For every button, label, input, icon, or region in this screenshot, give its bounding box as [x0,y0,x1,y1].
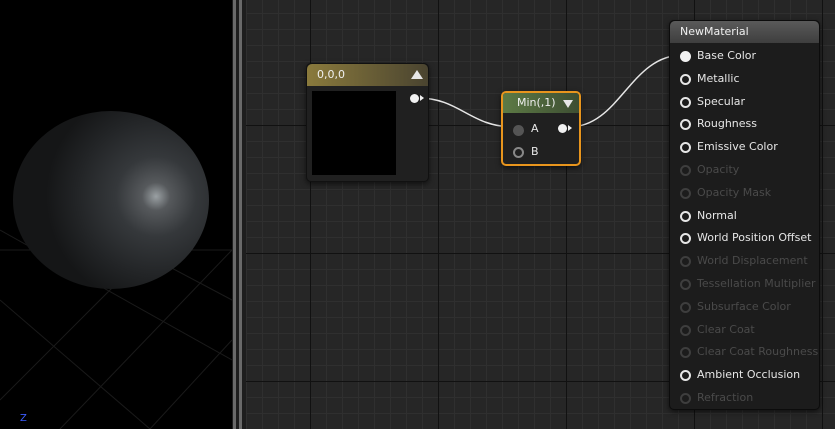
material-input-pin[interactable] [680,279,691,290]
material-input-pin[interactable] [680,119,691,131]
material-input-pin[interactable] [680,301,691,313]
material-input-pin[interactable] [680,347,691,359]
constant-node-header[interactable]: 0,0,0 [307,64,428,86]
material-input-label: Clear Coat Roughness [697,345,819,359]
material-input-label: Refraction [697,391,754,404]
axis-z-label: Z [20,413,27,424]
collapse-triangle-icon[interactable] [411,70,423,79]
constant3vector-node[interactable]: 0,0,0 [306,63,429,182]
material-input-label: Normal [697,208,737,222]
min-node-header[interactable]: Min(,1) [503,93,579,113]
material-input-pin[interactable] [680,96,691,108]
material-input-pin[interactable] [680,142,691,154]
min-output-pin[interactable] [558,124,572,133]
material-preview-viewport[interactable]: Z [0,0,232,429]
material-input-label: Tessellation Multiplier [697,277,816,290]
min-input-b-pin[interactable] [513,147,524,158]
material-input-pin[interactable] [680,187,691,199]
constant-color-swatch[interactable] [312,91,396,175]
splitter-bar-right [239,0,242,429]
material-input-pin[interactable] [680,393,691,404]
material-result-node[interactable]: NewMaterial Base Color Metallic Specular Ro… [669,20,820,410]
material-input-pin[interactable] [680,370,691,382]
material-input-pin[interactable] [680,51,691,62]
material-node-title: NewMaterial [680,25,749,38]
material-input-pin[interactable] [680,324,691,336]
material-input-label: Opacity Mask [697,185,772,199]
material-input-label: Opacity [697,163,740,176]
preview-sphere [13,111,209,289]
min-input-a-label: A [531,122,539,135]
min-node[interactable]: Min(,1) A B [501,91,581,166]
panel-splitter[interactable] [232,0,246,429]
material-input-label: Specular [697,94,746,108]
material-input-label: Roughness [697,117,758,131]
min-node-title: Min(,1) [517,96,556,109]
material-input-pin[interactable] [680,256,691,268]
constant-output-pin[interactable] [410,94,424,103]
min-input-a-pin[interactable] [513,125,524,136]
min-input-b-label: B [531,145,539,158]
material-input-label: World Displacement [697,254,808,268]
material-input-label: Clear Coat [697,322,755,336]
splitter-bar-left [233,0,236,429]
constant-node-title: 0,0,0 [317,68,345,81]
material-input-pin[interactable] [680,73,691,85]
material-input-pin[interactable] [680,210,691,222]
material-node-header[interactable]: NewMaterial [670,21,819,43]
material-input-pin[interactable] [680,233,691,245]
material-input-label: Metallic [697,71,740,85]
material-input-pin[interactable] [680,165,691,176]
material-input-label: Ambient Occlusion [697,368,801,382]
expand-triangle-icon[interactable] [563,100,573,108]
material-input-label: Emissive Color [697,140,778,154]
material-input-label: World Position Offset [697,231,812,245]
material-input-label: Base Color [697,49,757,62]
material-input-label: Subsurface Color [697,299,791,313]
